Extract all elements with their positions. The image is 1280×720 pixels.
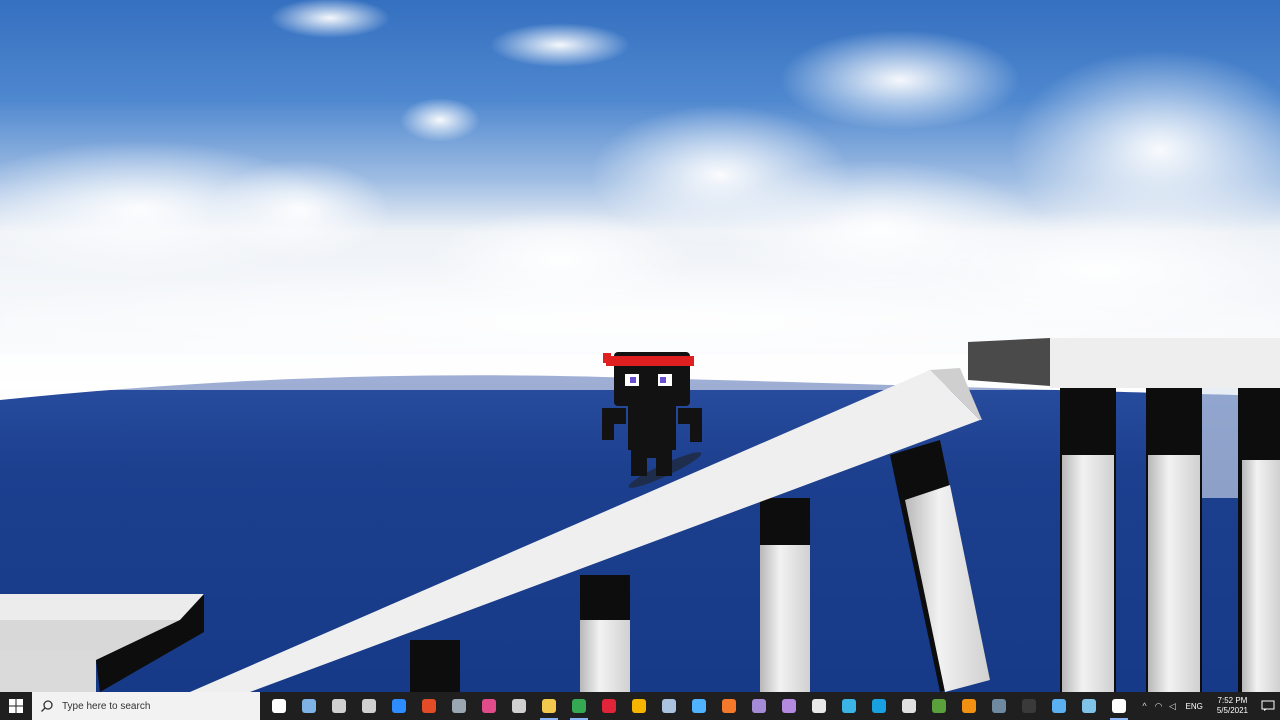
chrome-canary-icon [632, 699, 646, 713]
paint-icon [512, 699, 526, 713]
search-placeholder: Type here to search [62, 700, 151, 712]
taskbar-app-chrome[interactable] [564, 692, 594, 720]
minecraft-icon [932, 699, 946, 713]
taskbar-app-virtualbox[interactable] [294, 692, 324, 720]
windows-logo-icon [9, 699, 23, 713]
taskbar-app-blender[interactable] [714, 692, 744, 720]
search-icon [41, 700, 53, 712]
system-tray: ^ ◠ ◁ ENG 7:52 PM 5/5/2021 [1138, 692, 1280, 720]
taskbar-app-chrome-canary[interactable] [624, 692, 654, 720]
chevron-up-icon[interactable]: ^ [1138, 692, 1152, 720]
taskbar-app-minecraft[interactable] [924, 692, 954, 720]
clock-date: 5/5/2021 [1216, 706, 1248, 715]
taskbar-app-droplet[interactable] [474, 692, 504, 720]
taskbar-app-steam[interactable] [654, 692, 684, 720]
crystal-icon [692, 699, 706, 713]
taskbar-app-paint[interactable] [504, 692, 534, 720]
unreal-icon [812, 699, 826, 713]
taskbar-app-tile-app[interactable] [864, 692, 894, 720]
taskbar-search-box[interactable]: Type here to search [32, 692, 260, 720]
taskbar-app-task-view[interactable] [264, 692, 294, 720]
opera-icon [602, 699, 616, 713]
taskbar-app-orange-app[interactable] [954, 692, 984, 720]
clock[interactable]: 7:52 PM 5/5/2021 [1209, 696, 1256, 716]
chrome-icon [572, 699, 586, 713]
edge-icon [842, 699, 856, 713]
two-icon [1022, 699, 1036, 713]
taskbar-app-office[interactable] [414, 692, 444, 720]
game-viewport[interactable] [0, 0, 1280, 692]
task-view-icon [272, 699, 286, 713]
blender-icon [722, 699, 736, 713]
roblox-icon [902, 699, 916, 713]
taskbar-app-shield[interactable] [354, 692, 384, 720]
speaker-icon[interactable]: ◁ [1166, 692, 1180, 720]
file-manager-icon [332, 699, 346, 713]
office-icon [422, 699, 436, 713]
folder-icon [542, 699, 556, 713]
message-icon [1261, 700, 1275, 711]
droplet-icon [482, 699, 496, 713]
taskbar-app-terminal[interactable] [984, 692, 1014, 720]
network-icon[interactable]: ◠ [1152, 692, 1166, 720]
taskbar-app-crystal[interactable] [684, 692, 714, 720]
taskbar-app-unreal-editor[interactable] [1104, 692, 1134, 720]
taskbar-app-file-manager[interactable] [324, 692, 354, 720]
windows-taskbar: Type here to search ^ ◠ ◁ ENG 7:52 PM 5/… [0, 692, 1280, 720]
taskbar-app-window-app[interactable] [1074, 692, 1104, 720]
game-scene[interactable] [0, 0, 1280, 692]
taskbar-app-roblox[interactable] [894, 692, 924, 720]
zoom-icon [392, 699, 406, 713]
taskbar-app-opera[interactable] [594, 692, 624, 720]
taskbar-app-unreal[interactable] [804, 692, 834, 720]
language-indicator[interactable]: ENG [1180, 702, 1209, 711]
shield-icon [362, 699, 376, 713]
rocket-icon [752, 699, 766, 713]
taskbar-app-rocket[interactable] [744, 692, 774, 720]
taskbar-app-weather[interactable] [1044, 692, 1074, 720]
window-app-icon [1082, 699, 1096, 713]
taskbar-app-folder[interactable] [534, 692, 564, 720]
start-button[interactable] [0, 692, 32, 720]
orange-app-icon [962, 699, 976, 713]
taskbar-app-camera[interactable] [444, 692, 474, 720]
taskbar-app-edge[interactable] [834, 692, 864, 720]
notification-icon[interactable] [1256, 692, 1280, 720]
taskbar-app-two[interactable] [1014, 692, 1044, 720]
camera-icon [452, 699, 466, 713]
tile-app-icon [872, 699, 886, 713]
virtualbox-icon [302, 699, 316, 713]
weather-icon [1052, 699, 1066, 713]
terminal-icon [992, 699, 1006, 713]
taskbar-app-zoom[interactable] [384, 692, 414, 720]
taskbar-app-cube[interactable] [774, 692, 804, 720]
taskbar-pinned-apps [264, 692, 1134, 720]
cube-icon [782, 699, 796, 713]
steam-icon [662, 699, 676, 713]
clock-time: 7:52 PM [1217, 696, 1248, 705]
unreal-editor-icon [1112, 699, 1126, 713]
